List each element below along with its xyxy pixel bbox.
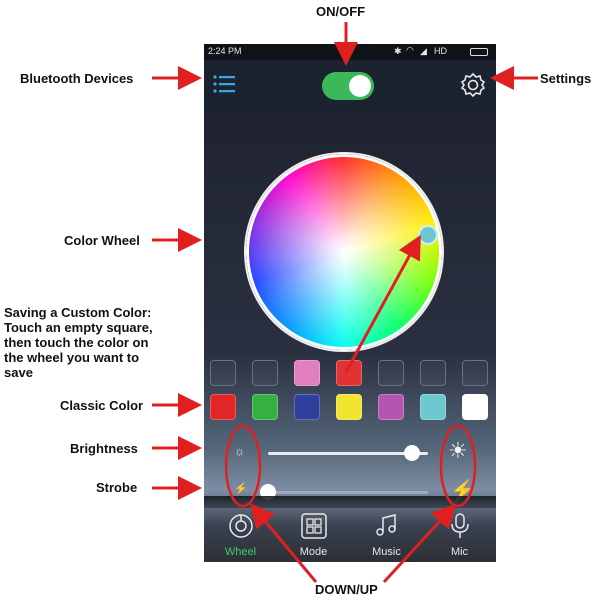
strobe-slider-track[interactable] xyxy=(268,491,428,494)
nav-label: Wheel xyxy=(224,546,257,558)
custom-color-slot[interactable] xyxy=(462,360,488,386)
custom-color-slot[interactable] xyxy=(252,360,278,386)
annotation-brightness: Brightness xyxy=(70,441,138,456)
battery-status-icon xyxy=(470,48,488,56)
status-time: 2:24 PM xyxy=(208,46,242,56)
classic-color-swatch[interactable] xyxy=(420,394,446,420)
top-bar xyxy=(204,60,496,114)
annotation-bluetooth-devices: Bluetooth Devices xyxy=(20,71,134,86)
wifi-status-icon: ◠ xyxy=(406,45,414,55)
classic-color-swatch[interactable] xyxy=(336,394,362,420)
nav-item-music[interactable]: Music xyxy=(350,506,423,562)
classic-color-swatch[interactable] xyxy=(462,394,488,420)
gear-icon[interactable] xyxy=(460,72,486,98)
custom-color-slot[interactable] xyxy=(294,360,320,386)
custom-color-slot[interactable] xyxy=(210,360,236,386)
annotation-on-off: ON/OFF xyxy=(316,4,366,19)
nav-item-mode[interactable]: Mode xyxy=(277,506,350,562)
custom-color-slot[interactable] xyxy=(336,360,362,386)
classic-color-swatch[interactable] xyxy=(210,394,236,420)
nav-item-mic[interactable]: Mic xyxy=(423,506,496,562)
toggle-knob xyxy=(349,75,371,97)
wheel-icon xyxy=(228,514,253,538)
classic-color-swatch[interactable] xyxy=(378,394,404,420)
phone-screen: 2:24 PM ✱ ◠ ◢ HD ☼ ☀ ⚡ ⚡ Wheel Mode Musi… xyxy=(204,44,496,562)
status-bar: 2:24 PM ✱ ◠ ◢ HD xyxy=(204,44,496,60)
annotation-strobe: Strobe xyxy=(96,480,138,495)
sun-large-icon[interactable]: ☀ xyxy=(448,438,468,464)
custom-color-slot[interactable] xyxy=(378,360,404,386)
annotation-color-wheel: Color Wheel xyxy=(64,233,140,248)
classic-color-swatch[interactable] xyxy=(252,394,278,420)
menu-icon[interactable] xyxy=(212,72,238,98)
annotation-down-up: DOWN/UP xyxy=(315,582,378,597)
color-wheel[interactable] xyxy=(246,154,442,350)
signal-status-icon: ◢ xyxy=(420,46,427,56)
nav-label: Mode xyxy=(299,546,328,558)
color-wheel-handle[interactable] xyxy=(418,225,438,245)
annotation-classic-color: Classic Color xyxy=(60,398,144,413)
bottom-nav: Wheel Mode Music Mic xyxy=(204,506,496,562)
microphone-icon xyxy=(450,513,469,538)
classic-color-swatch[interactable] xyxy=(294,394,320,420)
power-toggle[interactable] xyxy=(322,72,374,100)
music-note-icon xyxy=(375,514,396,536)
nav-item-wheel[interactable]: Wheel xyxy=(204,506,277,562)
grid-icon xyxy=(300,513,327,539)
lightning-small-icon[interactable]: ⚡ xyxy=(234,482,248,495)
nav-label: Mic xyxy=(450,546,469,558)
network-status: HD xyxy=(434,46,447,56)
nav-label: Music xyxy=(372,546,401,558)
brightness-slider-thumb[interactable] xyxy=(404,445,420,461)
bluetooth-status-icon: ✱ xyxy=(394,46,402,56)
custom-color-slot[interactable] xyxy=(420,360,446,386)
annotation-settings: Settings xyxy=(540,71,592,86)
sun-small-icon[interactable]: ☼ xyxy=(234,444,245,458)
annotation-saving-custom-color: Saving a Custom Color: Touch an empty sq… xyxy=(4,305,153,380)
